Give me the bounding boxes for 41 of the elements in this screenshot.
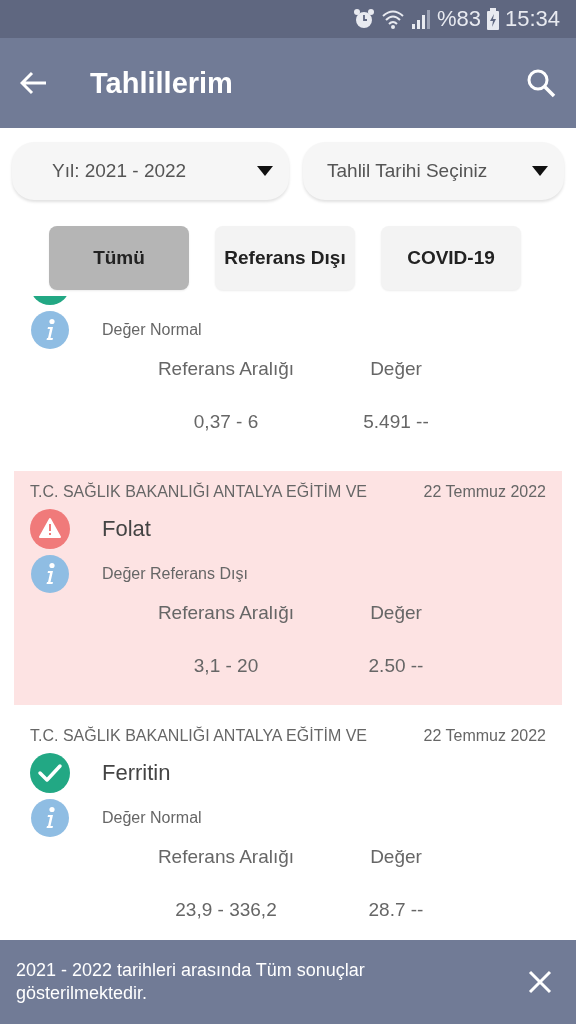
status-text: Değer Referans Dışı	[102, 565, 248, 583]
column-label: Değer	[370, 846, 422, 868]
alarm-icon	[352, 8, 375, 30]
filter-tab[interactable]: COVID-19	[381, 226, 521, 290]
reference-range: 0,37 - 6	[193, 411, 259, 433]
test-name: Ferritin	[102, 760, 171, 786]
dropdown[interactable]: Tahlil Tarihi Seçiniz	[303, 142, 564, 200]
column-label: Referans Aralığı	[157, 602, 295, 624]
reference-range: 23,9 - 336,2	[175, 899, 277, 921]
status-text: Değer Normal	[102, 809, 202, 827]
institution-name: T.C. SAĞLIK BAKANLIĞI ANTALYA EĞİTİM VE	[30, 483, 367, 501]
dropdown[interactable]: Yıl: 2021 - 2022	[12, 142, 289, 200]
snackbar-message: 2021 - 2022 tarihleri arasında Tüm sonuçlar gösterilmektedir.	[16, 959, 366, 1005]
signal-icon	[410, 8, 431, 30]
column-label: Değer	[370, 602, 422, 624]
status-text: Değer Normal	[102, 321, 202, 339]
caret-icon	[257, 166, 273, 176]
search-icon[interactable]	[526, 68, 556, 98]
test-name: Folat	[102, 516, 151, 542]
filter-tab[interactable]: Referans Dışı	[215, 226, 355, 290]
close-icon[interactable]	[528, 970, 552, 994]
institution-name: T.C. SAĞLIK BAKANLIĞI ANTALYA EĞİTİM VE	[30, 727, 367, 745]
result-value: 2.50 --	[368, 655, 424, 677]
caret-icon	[532, 166, 548, 176]
back-arrow-icon[interactable]	[20, 71, 48, 95]
column-label: Referans Aralığı	[157, 358, 295, 380]
battery-icon	[486, 8, 499, 30]
clock-time: 15:34	[504, 6, 560, 32]
column-label: Referans Aralığı	[157, 846, 295, 868]
reference-range: 3,1 - 20	[193, 655, 259, 677]
wifi-icon	[380, 8, 405, 30]
column-label: Değer	[370, 358, 422, 380]
result-date: 22 Temmuz 2022	[423, 483, 546, 501]
battery-percent: %83	[436, 6, 481, 32]
screen-title: Tahlillerim	[90, 66, 234, 100]
result-value: 28.7 --	[368, 899, 424, 921]
warning-icon	[30, 509, 70, 549]
result-value: 5.491 --	[363, 411, 429, 433]
filter-tab[interactable]: Tümü	[49, 226, 189, 290]
result-card[interactable]: T.C. SAĞLIK BAKANLIĞI ANTALYA EĞİTİM VE 22 Temmuz 2022 Folat Değer Referans Dışı Referans Aralığı Değer 3,1 - 20 2.50 --	[14, 471, 562, 705]
result-date: 22 Temmuz 2022	[423, 727, 546, 745]
